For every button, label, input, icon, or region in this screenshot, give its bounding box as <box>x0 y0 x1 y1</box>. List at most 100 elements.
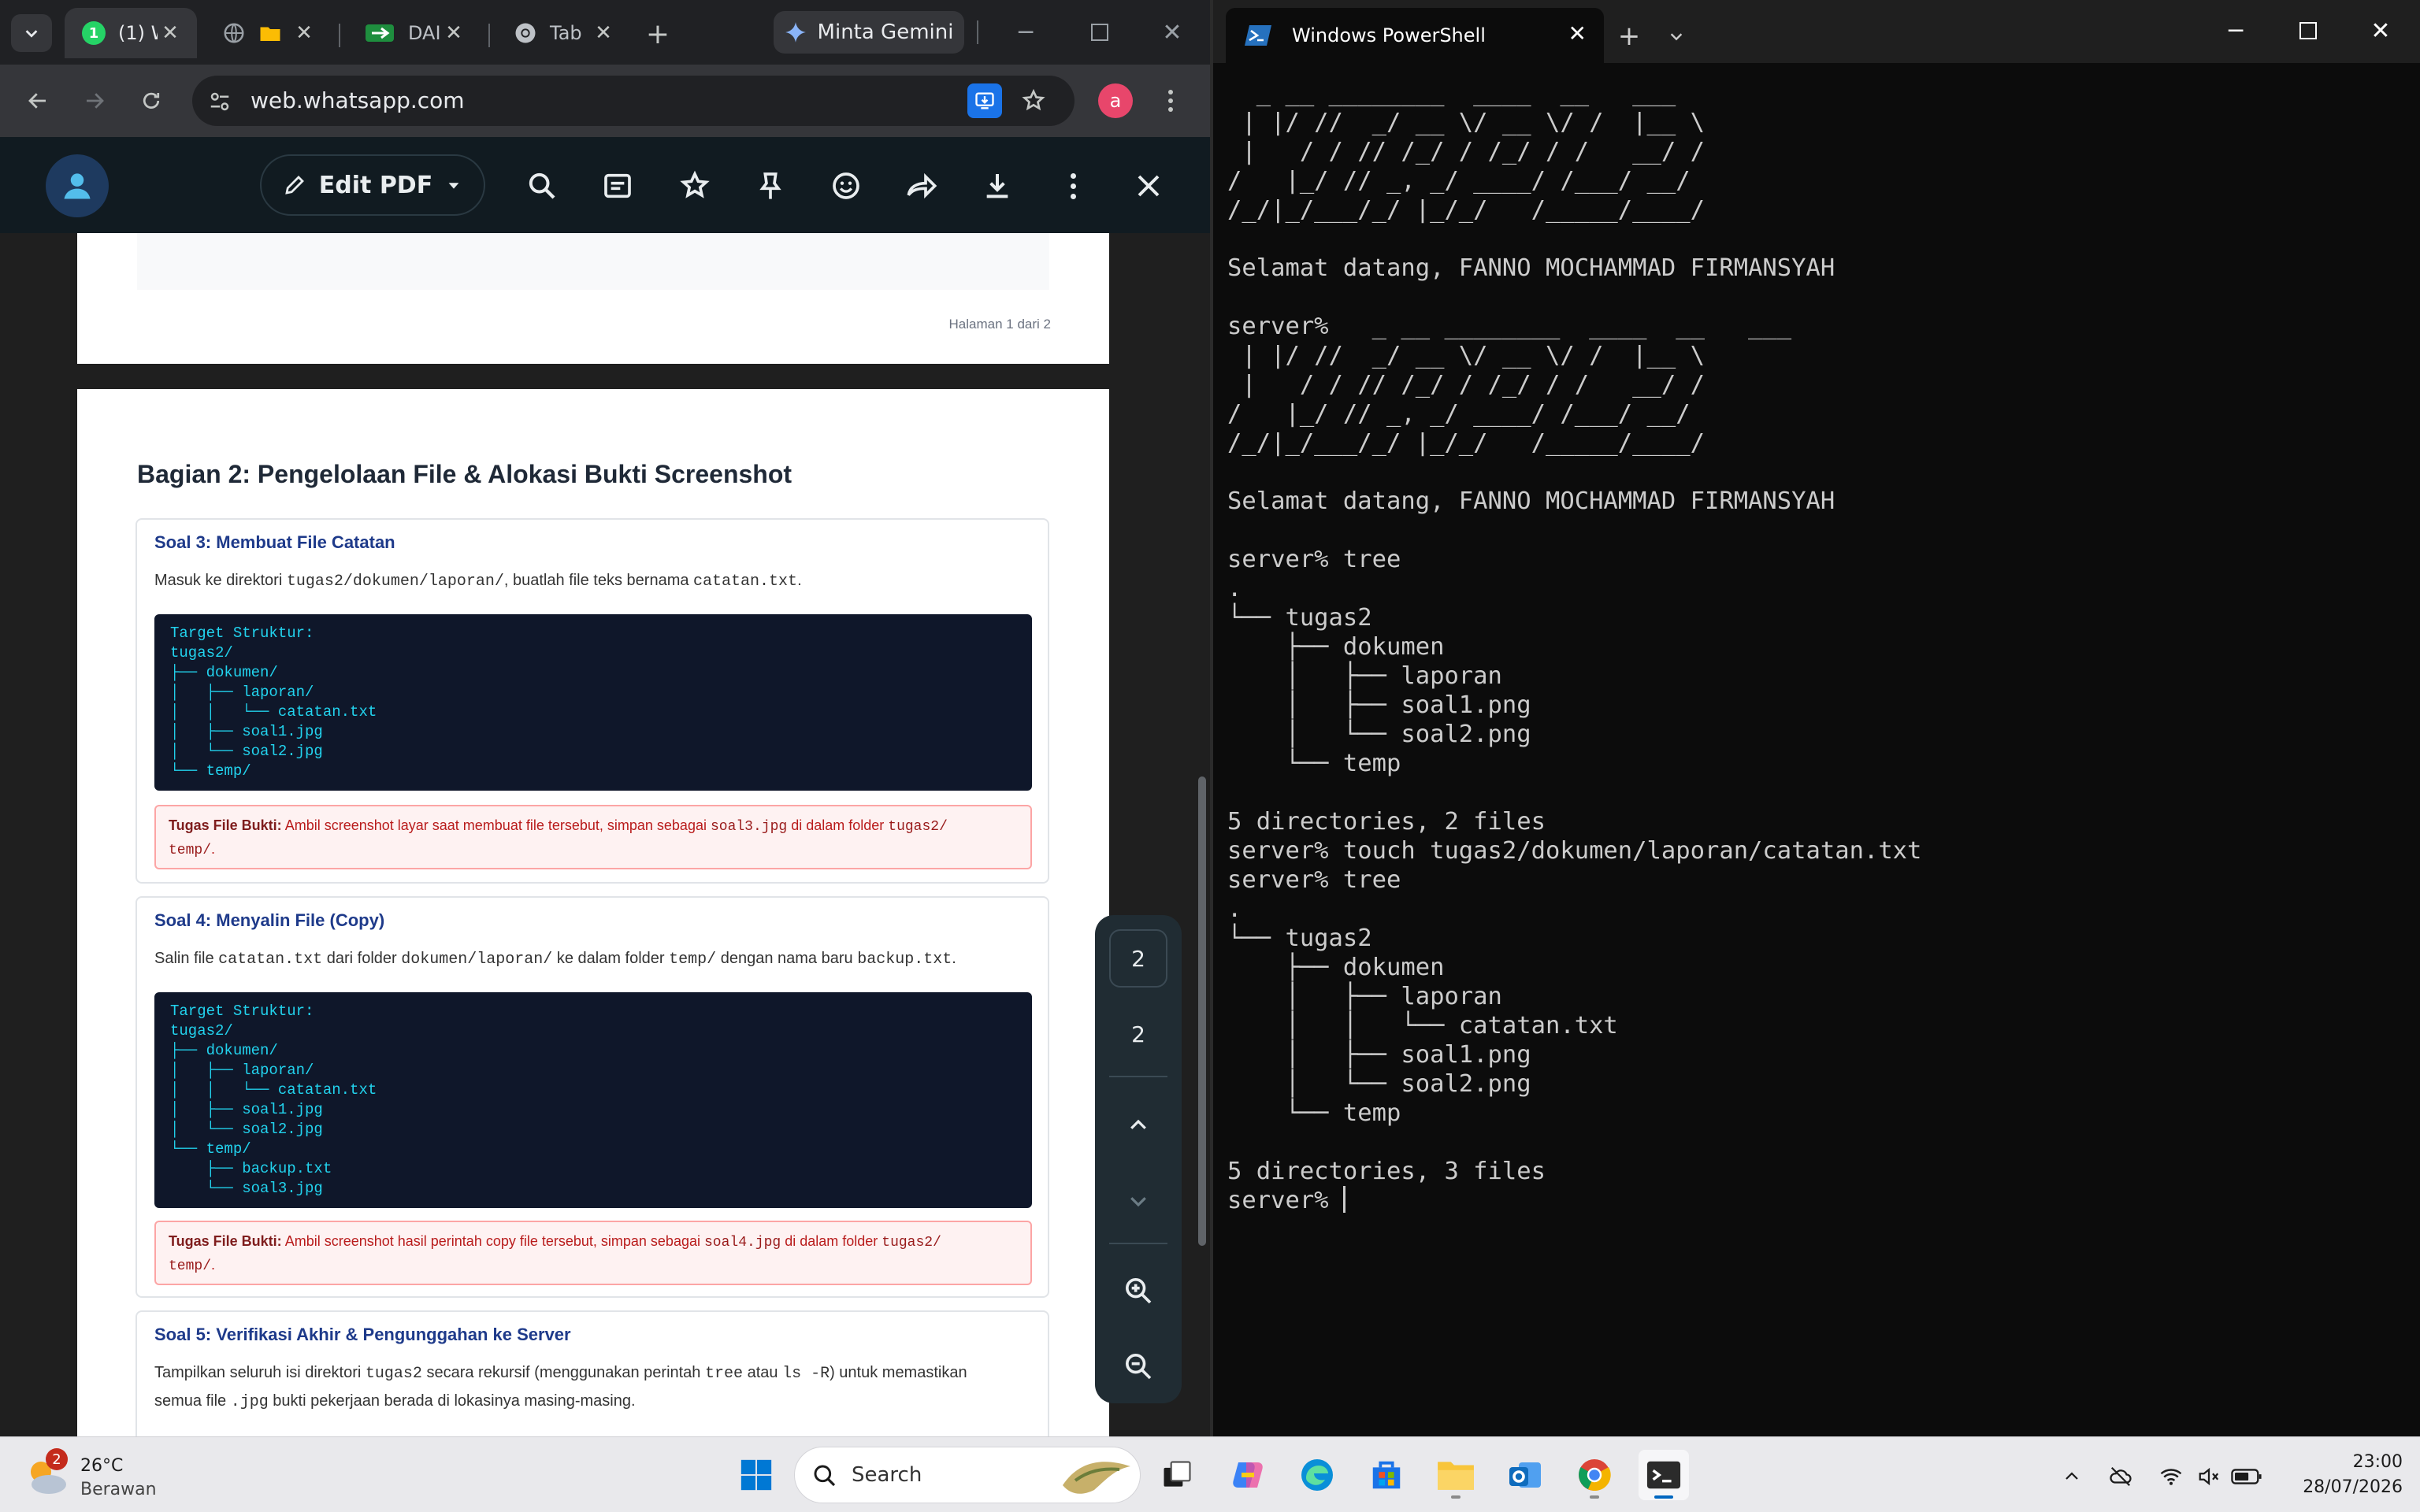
whatsapp-icon: 1 <box>82 21 106 45</box>
chrome-button[interactable] <box>1569 1450 1620 1500</box>
more-options-icon[interactable] <box>1051 164 1095 208</box>
start-button[interactable] <box>731 1450 781 1500</box>
page-navigation: 2 2 <box>1095 915 1182 1403</box>
caret-down-icon <box>448 183 459 189</box>
outlook-button[interactable] <box>1500 1450 1550 1500</box>
terminal-tab-bar: Windows PowerShell ✕ + ─ ✕ <box>1213 0 2420 63</box>
zoom-out-button[interactable] <box>1109 1337 1167 1395</box>
media-viewer-header: Edit PDF <box>0 137 1210 233</box>
viewer-scrollbar[interactable] <box>1194 233 1210 1436</box>
terminal-tab[interactable]: Windows PowerShell ✕ <box>1226 8 1604 63</box>
reload-button[interactable] <box>131 80 172 121</box>
site-settings-icon[interactable] <box>208 90 232 113</box>
folder-icon <box>260 27 280 41</box>
pin-button[interactable] <box>748 164 792 208</box>
tab-tab[interactable]: Tab ✕ <box>496 8 630 58</box>
soal-5-card: Soal 5: Verifikasi Akhir & Pengunggahan … <box>135 1310 1049 1436</box>
bookmark-star-icon[interactable] <box>1021 88 1046 113</box>
search-button[interactable] <box>520 164 564 208</box>
close-tab-icon[interactable]: ✕ <box>440 19 468 47</box>
page-total: 2 <box>1131 1021 1145 1047</box>
star-button[interactable] <box>673 164 717 208</box>
arrow-left-icon <box>28 93 46 109</box>
forward-button[interactable] <box>74 80 115 121</box>
tab-title: (1) W <box>118 22 158 44</box>
sender-avatar[interactable] <box>46 154 109 217</box>
pdf-page-2: Bagian 2: Pengelolaan File & Alokasi Buk… <box>77 389 1109 1436</box>
chevron-up-icon <box>2066 1472 2078 1480</box>
maximize-button[interactable] <box>2285 11 2332 50</box>
install-app-button[interactable] <box>967 83 1002 118</box>
soal-description: Salin file catatan.txt dari folder dokum… <box>154 950 956 969</box>
tab-dropdown-button[interactable] <box>1659 19 1694 54</box>
new-tab-button[interactable]: + <box>638 14 677 54</box>
chrome-menu-icon[interactable] <box>1155 82 1186 120</box>
pdf-viewer[interactable]: Halaman 1 dari 2 Bagian 2: Pengelolaan F… <box>0 233 1210 1436</box>
scrollbar-thumb[interactable] <box>1198 776 1206 1246</box>
pin-icon <box>759 172 781 199</box>
page-number-input[interactable]: 2 <box>1109 929 1167 988</box>
tab-files[interactable]: ✕ <box>205 8 331 58</box>
minimize-button[interactable]: ─ <box>2212 11 2259 50</box>
soal-4-card: Soal 4: Menyalin File (Copy) Salin file … <box>135 896 1049 1298</box>
reload-icon <box>143 92 160 109</box>
terminal-icon <box>1646 1461 1681 1489</box>
profile-avatar[interactable]: a <box>1098 83 1133 118</box>
battery-icon <box>2231 1469 2262 1484</box>
file-explorer-button[interactable] <box>1431 1450 1481 1500</box>
soal-title: Soal 4: Menyalin File (Copy) <box>154 910 385 930</box>
wifi-icon[interactable] <box>2155 1461 2187 1492</box>
download-button[interactable] <box>975 164 1019 208</box>
clock[interactable]: 23:00 28/07/2026 <box>2285 1450 2403 1502</box>
next-page-button[interactable] <box>1109 1172 1167 1230</box>
task-view-button[interactable] <box>1152 1450 1202 1500</box>
view-in-chat-button[interactable] <box>596 164 640 208</box>
weather-widget[interactable]: 2 26°C Berawan <box>24 1448 181 1503</box>
star-icon <box>680 170 710 198</box>
copilot-button[interactable] <box>1223 1450 1273 1500</box>
close-window-button[interactable]: ✕ <box>2357 11 2404 50</box>
close-window-button[interactable]: ✕ <box>1141 13 1204 52</box>
maximize-button[interactable] <box>1068 13 1131 52</box>
minimize-button[interactable]: ─ <box>994 13 1057 52</box>
chrome-window: 1 (1) W ✕ ✕ DAI ✕ Tab ✕ + Minta Gemini ─ <box>0 0 1210 1436</box>
address-bar[interactable]: web.whatsapp.com <box>192 76 1075 126</box>
gemini-button[interactable]: Minta Gemini <box>774 11 964 54</box>
store-icon <box>1372 1461 1401 1489</box>
back-button[interactable] <box>17 80 58 121</box>
battery-icon[interactable] <box>2231 1461 2262 1492</box>
close-tab-icon[interactable]: ✕ <box>589 19 618 47</box>
taskbar-search[interactable]: Search <box>794 1447 1141 1503</box>
section-title: Bagian 2: Pengelolaan File & Alokasi Buk… <box>137 460 792 488</box>
onedrive-icon[interactable] <box>2105 1461 2136 1492</box>
tab-search-button[interactable] <box>11 14 52 52</box>
terminal-output[interactable]: _ __ ________ ____ __ ___ | |/ // _/ __ … <box>1227 79 2409 1418</box>
terminal-button[interactable] <box>1639 1450 1689 1500</box>
volume-muted-icon[interactable] <box>2193 1461 2225 1492</box>
zoom-out-icon <box>1126 1354 1152 1380</box>
zoom-in-button[interactable] <box>1109 1262 1167 1320</box>
emoji-icon <box>833 172 859 199</box>
code-block: Target Struktur: tugas2/ ├── dokumen/ │ … <box>154 992 1032 1208</box>
close-tab-icon[interactable]: ✕ <box>290 19 318 47</box>
chevron-down-icon <box>1130 1197 1146 1207</box>
react-button[interactable] <box>824 164 868 208</box>
terminal-window: Windows PowerShell ✕ + ─ ✕ _ __ ________… <box>1210 0 2420 1436</box>
forward-button[interactable] <box>900 164 944 208</box>
tab-dai[interactable]: DAI ✕ <box>347 8 481 58</box>
close-viewer-button[interactable] <box>1126 164 1171 208</box>
search-icon <box>814 1465 836 1487</box>
new-tab-button[interactable]: + <box>1610 17 1648 55</box>
tab-title: DAI <box>408 22 441 44</box>
code-block: Target Struktur: tugas2/ ├── dokumen/ │ … <box>154 614 1032 791</box>
previous-page-button[interactable] <box>1109 1096 1167 1154</box>
search-highlight-icon <box>1063 1462 1130 1494</box>
soal-title: Soal 3: Membuat File Catatan <box>154 532 395 552</box>
tab-whatsapp[interactable]: 1 (1) W ✕ <box>65 8 197 58</box>
show-hidden-icons-button[interactable] <box>2056 1461 2088 1492</box>
store-button[interactable] <box>1361 1450 1412 1500</box>
close-tab-icon[interactable]: ✕ <box>1568 20 1587 46</box>
edge-button[interactable] <box>1292 1450 1342 1500</box>
close-tab-icon[interactable]: ✕ <box>156 19 184 47</box>
edit-pdf-button[interactable]: Edit PDF <box>260 154 485 216</box>
